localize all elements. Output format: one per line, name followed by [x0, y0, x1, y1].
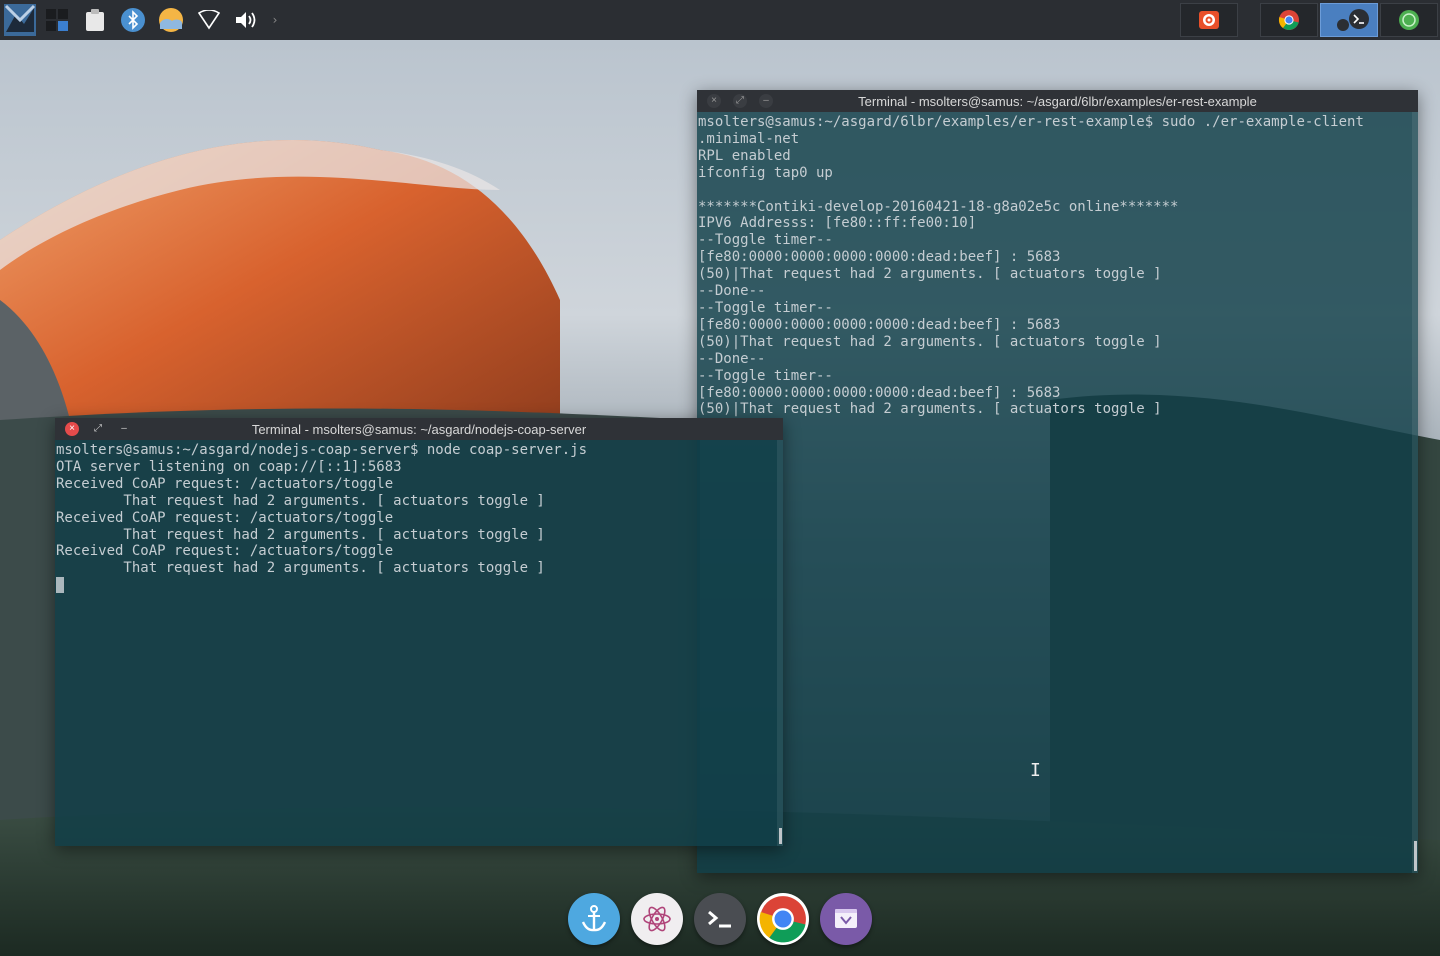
chrome-icon	[1278, 10, 1299, 30]
terminal-icon	[708, 910, 731, 928]
scroll-thumb[interactable]	[779, 828, 782, 844]
system-tray: ›	[0, 0, 284, 40]
minimize-icon: –	[763, 95, 769, 106]
dock-item-atom[interactable]	[631, 893, 683, 945]
volume-icon[interactable]	[229, 2, 265, 38]
close-icon: ×	[69, 423, 75, 434]
clipboard-icon[interactable]	[77, 2, 113, 38]
window-title: Terminal - msolters@samus: ~/asgard/6lbr…	[858, 93, 1257, 109]
terminal-line: msolters@samus:~/asgard/6lbr/examples/er…	[698, 114, 1364, 130]
terminal-line: That request had 2 arguments. [ actuator…	[56, 492, 545, 509]
window-title: Terminal - msolters@samus: ~/asgard/node…	[251, 421, 587, 437]
title-bar[interactable]: × ⤢ – Terminal - msolters@samus: ~/asgar…	[55, 418, 783, 440]
minimize-icon: –	[121, 423, 127, 434]
close-button[interactable]: ×	[707, 94, 721, 108]
top-panel: ›	[0, 0, 1440, 40]
maximize-button[interactable]: ⤢	[733, 94, 747, 108]
chrome-icon	[759, 896, 806, 943]
terminal-line: --Toggle timer--	[698, 367, 833, 384]
tray-expand-icon[interactable]: ›	[267, 2, 283, 38]
dock-item-terminal[interactable]	[694, 893, 746, 945]
terminal-line: OTA server listening on coap://[::1]:568…	[56, 458, 402, 475]
title-bar[interactable]: × ⤢ – Terminal - msolters@samus: ~/asgar…	[697, 90, 1418, 112]
terminal-line: --Toggle timer--	[698, 299, 833, 316]
terminal-line: *******Contiki-develop-20160421-18-g8a02…	[698, 198, 1179, 215]
terminal-line: (50)|That request had 2 arguments. [ act…	[698, 333, 1162, 350]
terminal-line: --Done--	[698, 283, 766, 300]
task-terminal[interactable]	[1320, 3, 1378, 37]
terminal-line: (50)|That request had 2 arguments. [ act…	[698, 401, 1162, 418]
scrollbar[interactable]	[777, 440, 783, 846]
atom-icon	[643, 906, 671, 932]
terminal-line: (50)|That request had 2 arguments. [ act…	[698, 266, 1162, 283]
terminal-line: IPV6 Addresss: [fe80::ff:fe00:10]	[698, 215, 977, 232]
terminal-line: [fe80:0000:0000:0000:0000:dead:beef] : 5…	[698, 316, 1061, 333]
scroll-thumb[interactable]	[1414, 841, 1417, 871]
terminal-output[interactable]: msolters@samus:~/asgard/6lbr/examples/er…	[697, 112, 1418, 418]
terminal-line: [fe80:0000:0000:0000:0000:dead:beef] : 5…	[698, 384, 1061, 401]
maximize-icon: ⤢	[736, 95, 744, 106]
minimize-button[interactable]: –	[117, 422, 131, 436]
task-camera-app[interactable]	[1180, 3, 1238, 37]
weather-icon[interactable]	[153, 2, 189, 38]
terminal-output[interactable]: msolters@samus:~/asgard/nodejs-coap-serv…	[55, 440, 783, 594]
dock-item-nylas-mail[interactable]	[820, 893, 872, 945]
terminal-line: [fe80:0000:0000:0000:0000:dead:beef] : 5…	[698, 249, 1061, 266]
close-button[interactable]: ×	[65, 422, 79, 436]
terminal-icon	[1337, 9, 1369, 31]
minimize-button[interactable]: –	[759, 94, 773, 108]
terminal-window-coap-server[interactable]: × ⤢ – Terminal - msolters@samus: ~/asgar…	[55, 418, 783, 846]
terminal-line: msolters@samus:~/asgard/nodejs-coap-serv…	[56, 442, 588, 458]
terminal-line: Received CoAP request: /actuators/toggle	[56, 543, 394, 560]
camera-app-icon	[1199, 11, 1219, 29]
text-cursor-icon: I	[1030, 760, 1041, 781]
task-list	[1178, 0, 1438, 40]
network-app-icon	[1399, 10, 1419, 30]
scrollbar[interactable]	[1412, 112, 1418, 873]
wifi-icon[interactable]	[191, 2, 227, 38]
task-network-app[interactable]	[1380, 3, 1438, 37]
terminal-line: Received CoAP request: /actuators/toggle	[56, 509, 394, 526]
task-chrome[interactable]	[1260, 3, 1318, 37]
terminal-line: ifconfig tap0 up	[698, 164, 833, 181]
terminal-line: .minimal-net	[698, 130, 800, 147]
terminal-line: That request had 2 arguments. [ actuator…	[56, 526, 545, 543]
nylas-mail-icon	[835, 909, 857, 928]
maximize-icon: ⤢	[94, 423, 102, 434]
terminal-line: That request had 2 arguments. [ actuator…	[56, 560, 545, 577]
dock-item-anchor[interactable]	[568, 893, 620, 945]
terminal-line: --Toggle timer--	[698, 232, 833, 249]
terminal-window-er-rest-example[interactable]: × ⤢ – Terminal - msolters@samus: ~/asgar…	[697, 90, 1418, 873]
bluetooth-icon[interactable]	[115, 2, 151, 38]
terminal-line: --Done--	[698, 350, 766, 367]
maximize-button[interactable]: ⤢	[91, 422, 105, 436]
close-icon: ×	[711, 95, 717, 106]
terminal-line: RPL enabled	[698, 147, 791, 164]
terminal-cursor	[56, 577, 783, 594]
anchor-icon	[581, 905, 607, 932]
dock-item-chrome[interactable]	[757, 893, 809, 945]
dock	[568, 893, 883, 945]
workspace-switcher-icon[interactable]	[39, 2, 75, 38]
terminal-line: Received CoAP request: /actuators/toggle	[56, 475, 394, 492]
app-launcher-icon[interactable]	[3, 2, 37, 38]
